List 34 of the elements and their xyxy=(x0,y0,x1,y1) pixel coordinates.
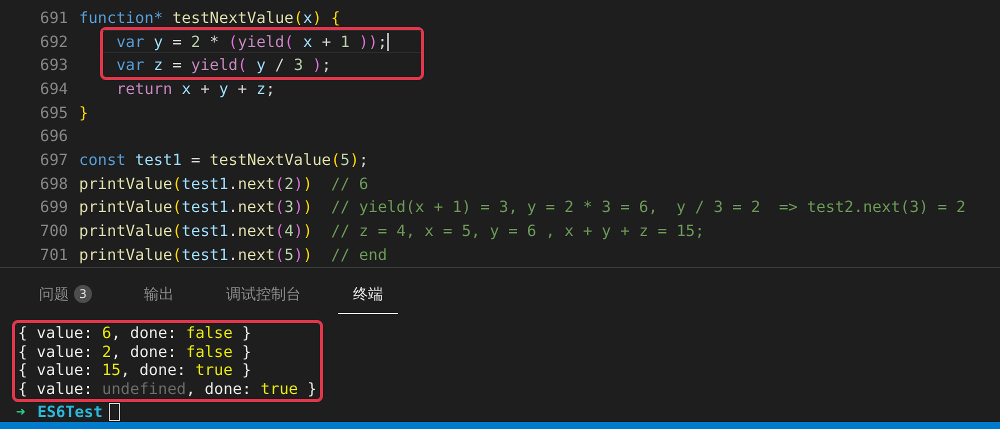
terminal-cursor xyxy=(108,403,120,422)
directory-name: ES6Test xyxy=(37,403,103,422)
panel-tab[interactable]: 终端 xyxy=(338,274,398,314)
line-number: 691 xyxy=(39,8,69,27)
line-number: 695 xyxy=(39,104,69,122)
code-line: const test1 = testNextValue(5); xyxy=(79,150,368,169)
line-number: 697 xyxy=(39,150,69,169)
code-line: printValue(test1.next(5)) // end xyxy=(79,246,388,264)
line-number: 696 xyxy=(39,127,69,146)
code-line: return x + y + z; xyxy=(115,80,276,98)
line-number: 700 xyxy=(39,222,69,240)
text-cursor xyxy=(387,32,390,51)
prompt-arrow: ➜ xyxy=(16,403,26,422)
code-line: printValue(test1.next(3)) // yield(x + 1) = 3, y = 2 * 3 = 6, y / 3 = 2 => test2.next(3) = 2 xyxy=(79,198,966,216)
terminal-line: { value: 15, done: true } xyxy=(18,361,252,380)
panel-tab[interactable]: 输出 xyxy=(129,274,189,314)
terminal-line: { value: 6, done: false } xyxy=(18,324,252,343)
line-number: 693 xyxy=(39,56,69,74)
code-line: printValue(test1.next(4)) // z = 4, x = 5, y = 6 , x + y + z = 15; xyxy=(79,222,704,240)
count-badge: 3 xyxy=(74,285,92,304)
line-number: 694 xyxy=(39,80,69,98)
terminal-line: { value: 2, done: false } xyxy=(18,342,252,362)
line-number: 699 xyxy=(39,198,69,216)
panel-tab[interactable]: 问题 3 xyxy=(24,274,107,314)
code-line: var y = 2 * (yield( x + 1 )); xyxy=(115,32,388,51)
panel-tab[interactable]: 调试控制台 xyxy=(211,274,316,314)
line-number: 692 xyxy=(39,32,69,51)
line-number: 698 xyxy=(39,174,69,193)
code-line: var z = yield( y / 3 ); xyxy=(115,56,332,74)
line-number: 701 xyxy=(39,246,69,264)
code-line: printValue(test1.next(2)) // 6 xyxy=(79,174,368,193)
code-line: } xyxy=(79,104,88,122)
code-line: function* testNextValue(x) { xyxy=(79,8,340,27)
terminal-line: { value: undefined, done: true } xyxy=(18,380,317,398)
